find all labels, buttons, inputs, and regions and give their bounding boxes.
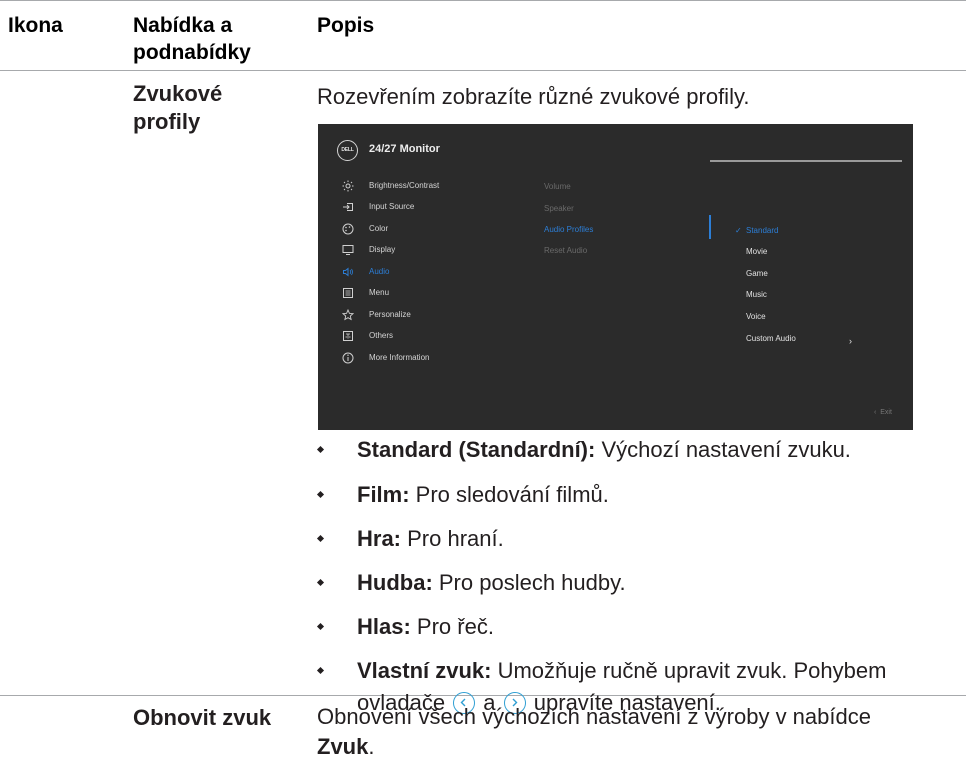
display-icon xyxy=(342,244,354,256)
bullet-text: Pro sledování filmů. xyxy=(409,482,609,507)
reset-audio-desc-end: . xyxy=(368,734,375,759)
osd-menu-item-personalize[interactable]: Personalize xyxy=(318,309,518,322)
osd-menu-label: Audio xyxy=(369,267,390,276)
bullet-icon xyxy=(317,623,325,631)
bullet-icon xyxy=(317,535,325,543)
osd-option-custom-audio[interactable]: Custom Audio xyxy=(746,334,796,344)
osd-menu-item-display[interactable]: Display xyxy=(318,245,518,257)
bullet-term: Film: xyxy=(357,482,410,507)
reset-audio-desc-line1: Obnovení všech výchozích nastavení z výr… xyxy=(317,704,871,729)
bullet-icon xyxy=(317,667,325,675)
osd-exit-label: Exit xyxy=(880,409,892,416)
osd-menu-item-color[interactable]: Color xyxy=(318,223,518,236)
bullet-term: Vlastní zvuk: xyxy=(357,658,492,683)
info-icon xyxy=(342,352,354,364)
bullet-standard: Standard (Standardní): Výchozí nastavení… xyxy=(357,435,851,465)
column-header-description: Popis xyxy=(317,14,375,37)
osd-menu-item-brightness[interactable]: Brightness/Contrast xyxy=(318,180,518,193)
bullet-term: Hra: xyxy=(357,526,402,551)
osd-option-voice[interactable]: Voice xyxy=(746,312,766,322)
osd-option-standard[interactable]: Standard xyxy=(746,226,778,236)
osd-title: 24/27 Monitor xyxy=(369,143,440,155)
reset-audio-menu-name: Zvuk xyxy=(317,734,369,759)
osd-menu-label: Others xyxy=(369,331,394,340)
osd-menu-label: Display xyxy=(369,245,396,254)
bullet-game: Hra: Pro hraní. xyxy=(357,524,504,554)
bullet-term: Standard (Standardní): xyxy=(357,437,596,462)
bullet-text: Pro hraní. xyxy=(401,526,504,551)
star-icon xyxy=(342,309,354,321)
reset-audio-desc-line2: Zvuk. xyxy=(317,732,871,762)
bullet-text: Výchozí nastavení zvuku. xyxy=(595,437,851,462)
bullet-text: Umožňuje ručně upravit zvuk. Pohybem xyxy=(491,658,887,683)
osd-submenu-audio-profiles[interactable]: Audio Profiles xyxy=(544,225,593,235)
chevron-left-icon: ‹ xyxy=(874,409,877,416)
column-header-icon: Ikona xyxy=(8,14,63,37)
bullet-movie: Film: Pro sledování filmů. xyxy=(357,480,609,510)
menu-name-audio-profiles: Zvukové profily xyxy=(133,80,222,136)
audio-profiles-intro: Rozevřením zobrazíte různé zvukové profi… xyxy=(317,84,750,109)
osd-menu-label: Brightness/Contrast xyxy=(369,181,440,190)
menu-name-line1: Zvukové xyxy=(133,81,223,106)
audio-icon xyxy=(342,266,354,278)
chevron-right-icon: › xyxy=(849,336,852,346)
color-icon xyxy=(342,223,354,235)
table-header-rule xyxy=(0,70,966,71)
bullet-icon xyxy=(317,579,325,587)
osd-option-music[interactable]: Music xyxy=(746,290,767,300)
bullet-music: Hudba: Pro poslech hudby. xyxy=(357,568,626,598)
osd-menu-item-input-source[interactable]: Input Source xyxy=(318,202,518,214)
input-source-icon xyxy=(342,201,354,213)
bullet-icon xyxy=(317,446,325,454)
menu-icon xyxy=(342,287,354,299)
osd-menu-label: More Information xyxy=(369,353,430,362)
osd-header-bar xyxy=(710,160,902,162)
osd-option-game[interactable]: Game xyxy=(746,269,768,279)
column-header-menu-line2: podnabídky xyxy=(133,41,251,64)
osd-menu-label: Input Source xyxy=(369,202,415,211)
table-top-rule xyxy=(0,0,966,1)
osd-menu-label: Menu xyxy=(369,288,390,297)
menu-name-reset-audio: Obnovit zvuk xyxy=(133,705,272,730)
bullet-custom-audio: Vlastní zvuk: Umožňuje ručně upravit zvu… xyxy=(357,656,886,686)
osd-menu-item-more-information[interactable]: More Information xyxy=(318,352,518,365)
osd-menu-item-audio[interactable]: Audio xyxy=(318,267,518,279)
osd-menu-item-others[interactable]: Others xyxy=(318,331,518,343)
column-header-menu: Nabídka a podnabídky xyxy=(133,12,251,66)
osd-exit-button[interactable]: ‹ Exit xyxy=(874,408,892,418)
bullet-term: Hlas: xyxy=(357,614,411,639)
osd-submenu-reset-audio[interactable]: Reset Audio xyxy=(544,246,587,256)
dell-logo: DELL xyxy=(337,140,358,161)
osd-submenu-speaker[interactable]: Speaker xyxy=(544,204,574,214)
osd-screenshot: DELL 24/27 Monitor Brightness/Contrast I… xyxy=(318,124,913,430)
osd-submenu-volume[interactable]: Volume xyxy=(544,182,571,192)
osd-menu-label: Personalize xyxy=(369,310,411,319)
osd-option-movie[interactable]: Movie xyxy=(746,247,767,257)
column-header-menu-line1: Nabídka a xyxy=(133,14,233,37)
bullet-text: Pro poslech hudby. xyxy=(432,570,626,595)
bullet-icon xyxy=(317,491,325,499)
brightness-icon xyxy=(342,180,354,192)
bullet-voice: Hlas: Pro řeč. xyxy=(357,612,494,642)
osd-menu-label: Color xyxy=(369,224,389,233)
menu-name-line2: profily xyxy=(133,109,201,134)
osd-selection-indicator xyxy=(709,215,711,239)
bullet-text: Pro řeč. xyxy=(410,614,494,639)
osd-menu-item-menu[interactable]: Menu xyxy=(318,288,518,300)
others-icon xyxy=(342,330,354,342)
bullet-term: Hudba: xyxy=(357,570,433,595)
checkmark-icon: ✓ xyxy=(735,226,742,235)
reset-audio-description: Obnovení všech výchozích nastavení z výr… xyxy=(317,702,871,762)
